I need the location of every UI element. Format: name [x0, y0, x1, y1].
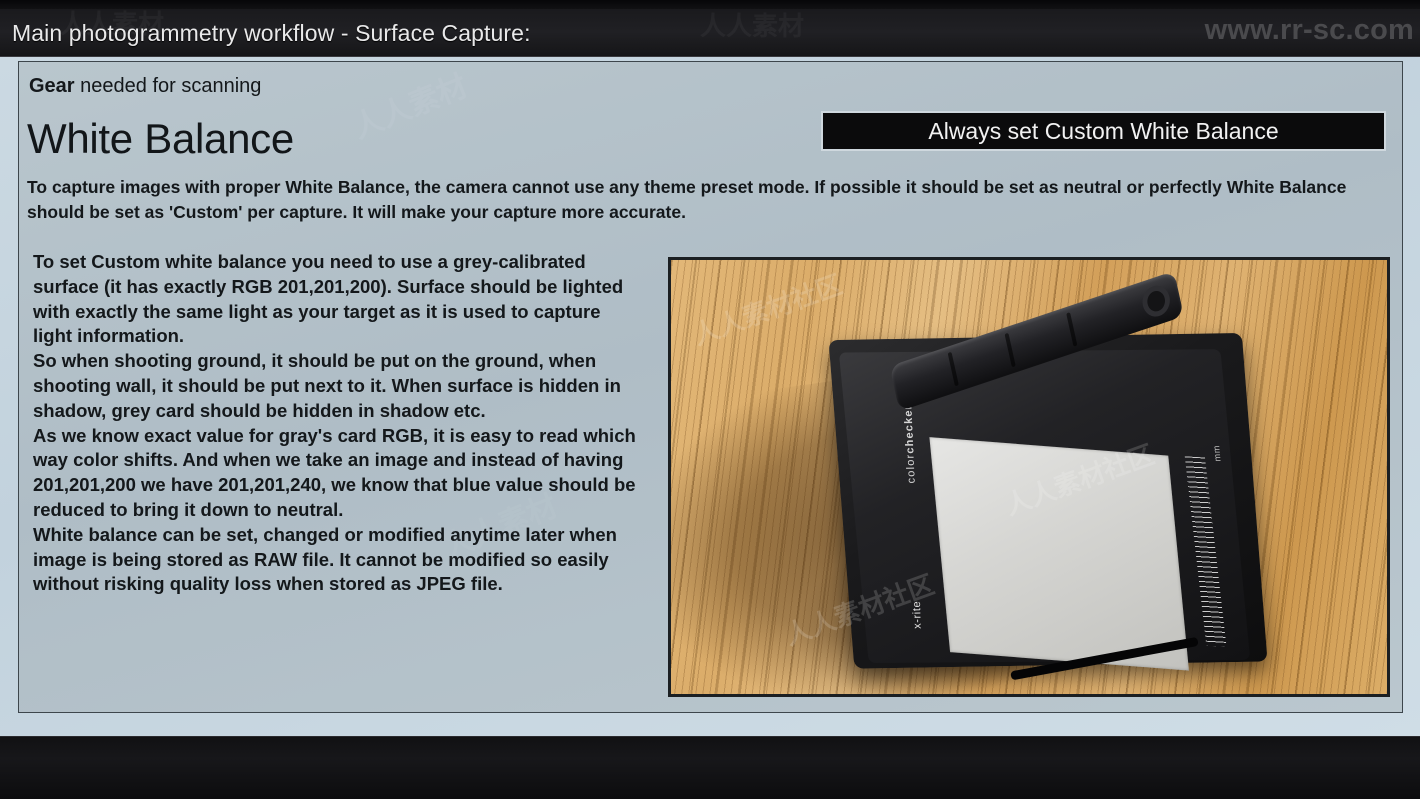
- body-paragraph: As we know exact value for gray's card R…: [33, 424, 636, 520]
- hinge-segment: [1004, 332, 1016, 368]
- card-ruler-ticks: [1184, 456, 1227, 647]
- card-brand-bold: checker: [902, 403, 917, 454]
- body-paragraph: To set Custom white balance you need to …: [33, 251, 624, 347]
- body-paragraph: White balance can be set, changed or mod…: [33, 523, 617, 595]
- gear-subtitle-rest: needed for scanning: [74, 75, 262, 97]
- intro-paragraph: To capture images with proper White Bala…: [27, 177, 1347, 222]
- body-paragraph: So when shooting ground, it should be pu…: [33, 350, 621, 421]
- colorchecker-card: colorchecker mm x-rite: [806, 270, 1284, 694]
- taskbar: S S Ps: [0, 736, 1420, 799]
- colorchecker-photo: colorchecker mm x-rite 人人素材社区 人人素材社区: [668, 257, 1390, 697]
- card-ruler-unit: mm: [1211, 444, 1224, 462]
- callout-text: Always set Custom White Balance: [928, 117, 1279, 144]
- card-vendor-label: x-rite: [910, 600, 924, 629]
- site-watermark: www.rr-sc.com: [1204, 14, 1414, 46]
- slide-area: Gear needed for scanning White Balance A…: [0, 57, 1420, 736]
- callout-box: Always set Custom White Balance: [821, 111, 1386, 151]
- hinge-segment: [947, 351, 959, 387]
- page-title: White Balance: [27, 115, 294, 162]
- grey-calibration-surface: [929, 437, 1189, 671]
- slide-title: Main photogrammetry workflow - Surface C…: [12, 20, 531, 46]
- hinge-knob: [1139, 282, 1173, 321]
- card-brand-light: color: [904, 453, 918, 484]
- slide-watermark: 人人素材: [348, 69, 473, 146]
- hinge-segment: [1066, 312, 1078, 347]
- title-bar: 人人素材 人人素材 Main photogrammetry workflow -…: [0, 0, 1420, 57]
- slide-viewer: 人人素材 人人素材 Main photogrammetry workflow -…: [0, 0, 1420, 799]
- gear-subtitle-bold: Gear: [29, 75, 75, 97]
- card-brand-label: colorchecker: [902, 404, 917, 484]
- slide-content-panel: Gear needed for scanning White Balance A…: [18, 61, 1403, 713]
- gear-subtitle: Gear needed for scanning: [29, 75, 261, 98]
- body-text-column: To set Custom white balance you need to …: [33, 250, 643, 597]
